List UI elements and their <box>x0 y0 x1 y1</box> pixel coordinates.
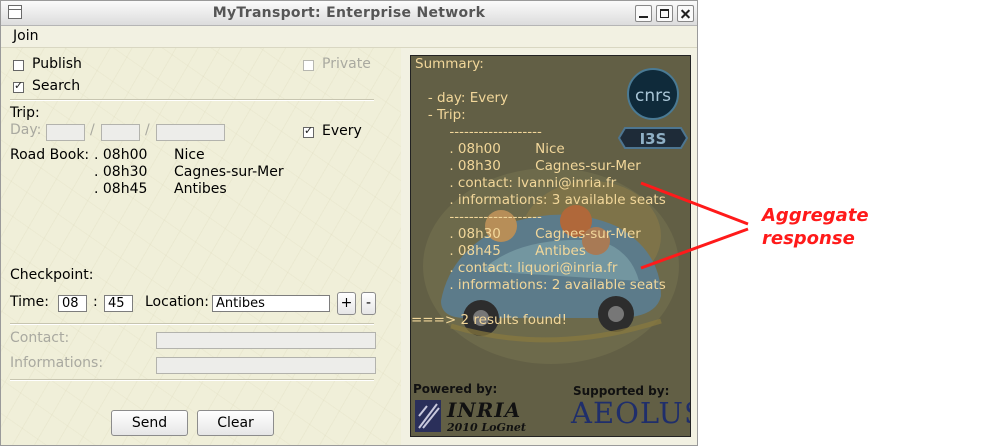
annotation-label: Aggregate response <box>762 205 869 249</box>
annotation-arrow <box>640 227 749 270</box>
annotation-arrow <box>640 181 749 226</box>
